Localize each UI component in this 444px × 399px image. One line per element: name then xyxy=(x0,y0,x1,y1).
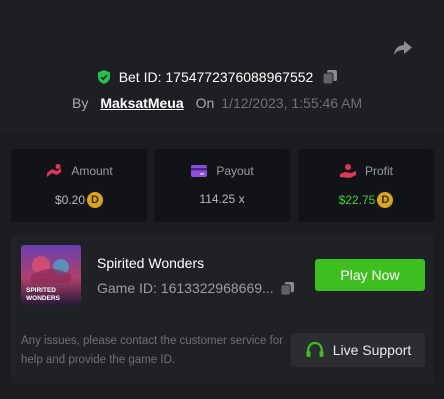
profit-header: Profit xyxy=(298,163,434,179)
coin-icon: D xyxy=(87,192,104,208)
profit-icon xyxy=(339,164,356,178)
amount-header: Amount xyxy=(11,163,147,179)
copy-icon[interactable] xyxy=(280,281,295,296)
game-card: SPIRITED WONDERS Spirited Wonders Game I… xyxy=(11,235,434,384)
payout-icon xyxy=(191,165,208,177)
amount-label: Amount xyxy=(71,164,113,178)
payout-value-row: 114.25 x xyxy=(154,192,290,206)
bet-detail-panel: Bet ID: 1754772376088967552 By MaksatMeu… xyxy=(0,0,444,399)
copy-icon[interactable] xyxy=(322,69,338,85)
game-name: Spirited Wonders xyxy=(97,255,205,271)
amount-card: Amount $0.20 D xyxy=(11,149,147,222)
profit-label: Profit xyxy=(364,164,393,178)
payout-label: Payout xyxy=(216,164,254,178)
profit-value: $22.75 xyxy=(338,193,376,207)
game-id: Game ID: 1613322968669... xyxy=(97,280,274,296)
bet-timestamp: 1/12/2023, 1:55:46 AM xyxy=(221,95,363,111)
play-now-button[interactable]: Play Now xyxy=(315,259,425,291)
bet-id: Bet ID: 1754772376088967552 xyxy=(118,69,314,85)
username-link[interactable]: MaksatMeua xyxy=(100,95,183,111)
game-id-row: Game ID: 1613322968669... xyxy=(97,280,295,296)
coin-icon: D xyxy=(377,192,394,208)
thumb-title-line2: WONDERS xyxy=(26,295,61,302)
profit-card: Profit $22.75 D xyxy=(298,149,434,222)
thumb-title-line1: SPIRITED xyxy=(26,287,56,294)
bet-author-row: By MaksatMeua On 1/12/2023, 1:55:46 AM xyxy=(72,94,362,112)
payout-card: Payout 114.25 x xyxy=(154,149,290,222)
live-support-label: Live Support xyxy=(332,342,412,358)
share-icon[interactable] xyxy=(391,36,415,60)
live-support-button[interactable]: Live Support xyxy=(291,333,425,367)
headset-icon xyxy=(306,341,324,357)
payout-value: 114.25 x xyxy=(199,192,245,206)
amount-icon xyxy=(47,164,62,177)
shield-check-icon xyxy=(97,70,110,84)
amount-value: $0.20 xyxy=(54,193,86,207)
payout-header: Payout xyxy=(154,163,290,179)
profit-value-row: $22.75 D xyxy=(298,192,434,208)
bet-id-row: Bet ID: 1754772376088967552 xyxy=(0,66,444,88)
game-thumbnail[interactable]: SPIRITED WONDERS xyxy=(21,245,81,305)
by-label: By xyxy=(72,95,89,111)
support-notice: Any issues, please contact the customer … xyxy=(21,335,284,366)
amount-value-row: $0.20 D xyxy=(11,192,147,208)
on-label: On xyxy=(195,95,215,111)
bet-header: Bet ID: 1754772376088967552 By MaksatMeu… xyxy=(0,0,444,132)
